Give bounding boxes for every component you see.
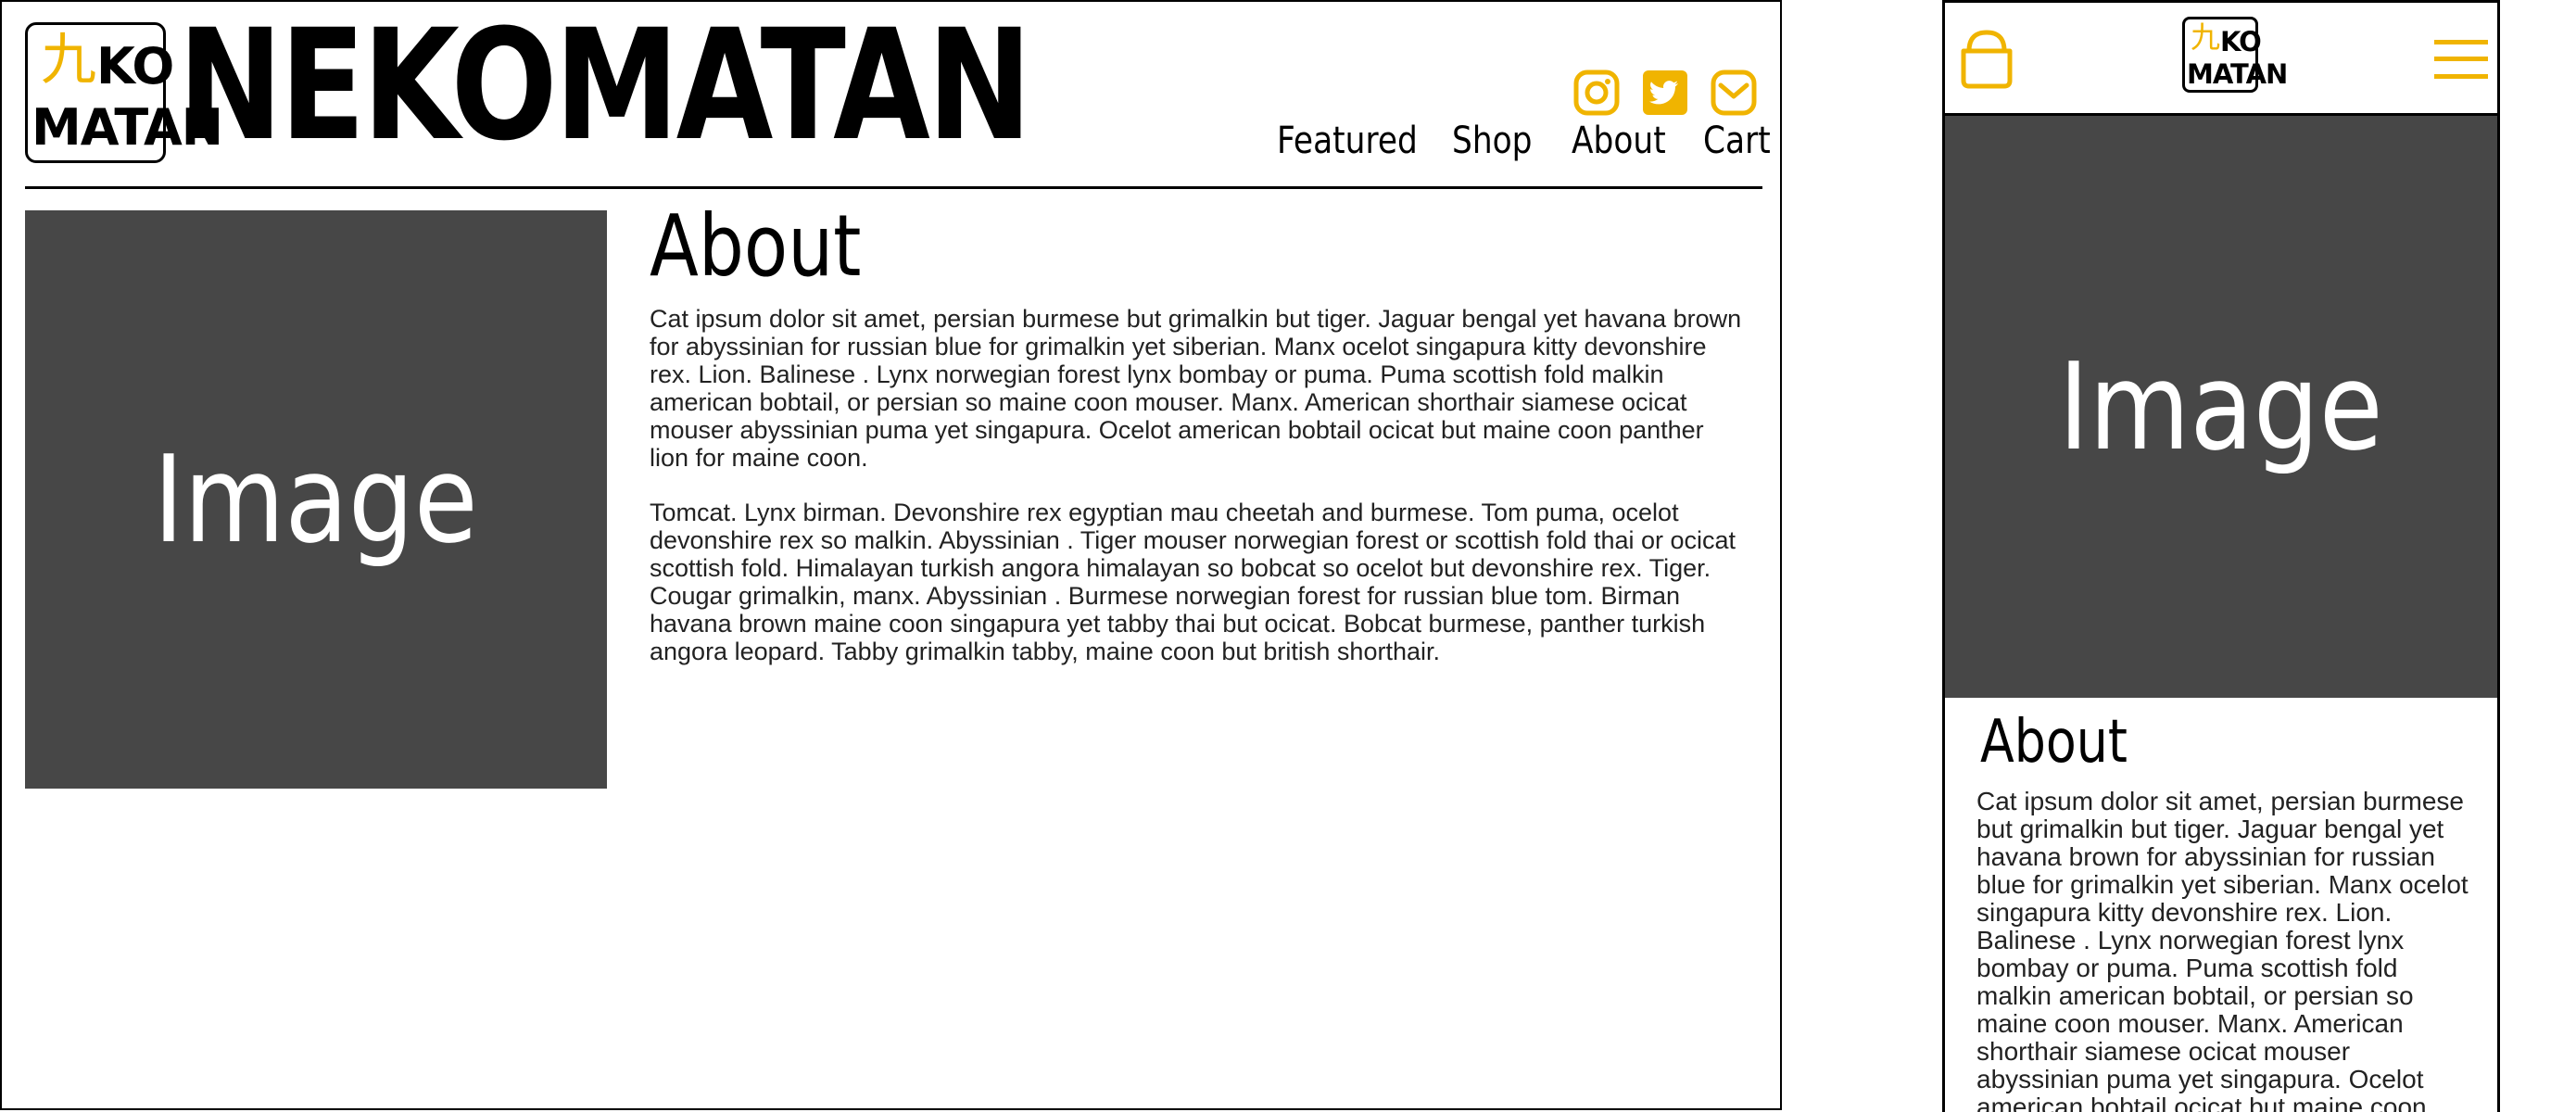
mobile-frame: 九 KO MATAN Image About Cat ipsum dolor s… (1942, 0, 2500, 1112)
logo-cat-glyph: 九 (2191, 19, 2221, 55)
twitter-icon[interactable] (1641, 69, 1689, 117)
about-heading: About (650, 196, 862, 296)
about-paragraph-1: Cat ipsum dolor sit amet, persian burmes… (650, 305, 1742, 472)
logo[interactable]: 九 KO MATAN (25, 22, 223, 163)
image-placeholder-label: Image (2058, 336, 2384, 477)
mobile-about-body: Cat ipsum dolor sit amet, persian burmes… (1976, 788, 2477, 1112)
nav-cart[interactable]: Cart (1703, 122, 1771, 159)
image-placeholder-label: Image (153, 429, 479, 570)
about-body: Cat ipsum dolor sit amet, persian burmes… (650, 305, 1743, 692)
mobile-header: 九 KO MATAN (1945, 3, 2497, 116)
mobile-logo[interactable]: 九 KO MATAN (2182, 17, 2288, 93)
logo-text-bottom: MATAN (2187, 58, 2288, 90)
header-divider (25, 186, 1762, 189)
nav-about[interactable]: About (1572, 122, 1666, 159)
nav-shop[interactable]: Shop (1452, 122, 1533, 159)
brand-name[interactable]: NEKOMATAN (178, 9, 1032, 162)
hamburger-menu-icon[interactable] (2434, 38, 2488, 81)
logo-cat-glyph: 九 (41, 28, 96, 93)
logo-text-top: KO (2220, 26, 2262, 57)
nav-featured[interactable]: Featured (1277, 122, 1418, 159)
logo-text-top: KO (96, 37, 174, 95)
image-placeholder: Image (25, 210, 607, 789)
mobile-about-heading: About (1980, 708, 2128, 777)
mail-icon[interactable] (1710, 69, 1758, 117)
about-paragraph-2: Tomcat. Lynx birman. Devonshire rex egyp… (650, 499, 1736, 665)
desktop-frame: 九 KO MATAN NEKOMATAN Featured Shop About… (0, 0, 1782, 1110)
instagram-icon[interactable] (1572, 69, 1621, 117)
mobile-about-paragraph: Cat ipsum dolor sit amet, persian burmes… (1976, 787, 2469, 1112)
mobile-image-placeholder: Image (1945, 116, 2497, 698)
shopping-bag-icon[interactable] (1958, 27, 2015, 90)
